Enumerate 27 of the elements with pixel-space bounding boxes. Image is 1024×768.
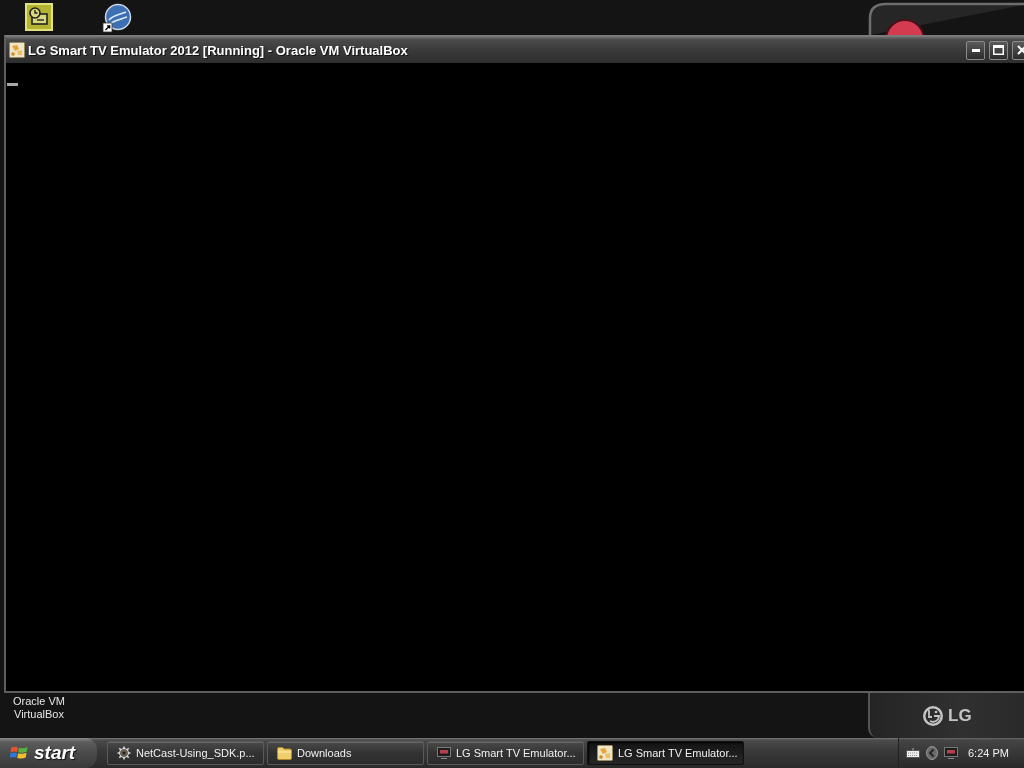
maximize-icon <box>993 45 1004 55</box>
maximize-button[interactable] <box>989 40 1008 60</box>
gear-icon <box>117 746 131 760</box>
monitor-icon <box>437 747 451 759</box>
minimize-button[interactable] <box>966 40 985 60</box>
flag-icon <box>10 745 28 761</box>
taskbar-button[interactable]: NetCast-Using_SDK.p... <box>107 741 264 765</box>
window-title: LG Smart TV Emulator 2012 [Running] - Oracle VM VirtualBox <box>28 42 408 58</box>
shortcut-label[interactable]: Oracle VM VirtualBox <box>10 695 68 721</box>
minimize-icon <box>971 48 980 52</box>
chevron-icon[interactable] <box>926 746 938 760</box>
logo-icon <box>922 704 944 727</box>
clock-text[interactable]: 6:24 PM <box>968 747 1009 759</box>
taskbar-button[interactable]: Downloads <box>267 741 424 765</box>
taskbar-button[interactable]: LG Smart TV Emulator... <box>427 741 584 765</box>
monitor-icon[interactable] <box>944 747 958 759</box>
text-cursor-icon <box>7 83 18 86</box>
folder-icon <box>277 746 292 760</box>
close-icon <box>1016 45 1024 55</box>
app-tile-icon <box>9 42 25 58</box>
logo-text: LG <box>948 705 972 726</box>
taskbar-button[interactable]: LG Smart TV Emulator... <box>587 741 744 765</box>
start-button[interactable]: start <box>0 738 97 768</box>
globe-shortcut-icon[interactable] <box>102 3 132 33</box>
keyboard-icon[interactable] <box>906 748 920 758</box>
clock-document-icon[interactable] <box>25 3 53 31</box>
app-tile-icon <box>597 745 613 761</box>
